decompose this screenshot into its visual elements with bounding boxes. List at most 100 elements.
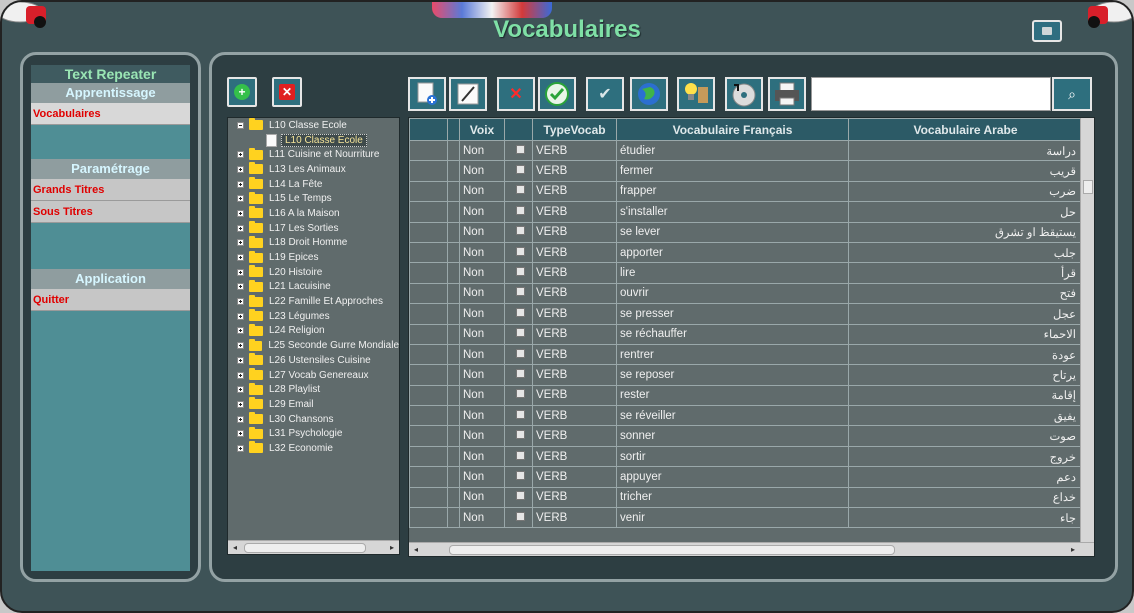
- tree-node[interactable]: L17 Les Sorties: [228, 221, 399, 236]
- sidebar-item-quitter[interactable]: Quitter: [31, 289, 190, 311]
- expand-icon[interactable]: [237, 371, 244, 379]
- cell-francais[interactable]: fermer: [616, 160, 849, 182]
- cell-francais[interactable]: étudier: [616, 139, 849, 162]
- cell-typevocab[interactable]: VERB: [532, 139, 617, 162]
- row-selector[interactable]: [409, 241, 448, 264]
- checkbox[interactable]: [515, 450, 525, 460]
- expand-icon[interactable]: [237, 165, 244, 173]
- checkbox[interactable]: [515, 328, 525, 338]
- cell-checkbox[interactable]: [504, 445, 533, 468]
- checkbox[interactable]: [515, 389, 525, 399]
- table-row[interactable]: Non VERB appuyer دعم: [409, 466, 1083, 488]
- cell-francais[interactable]: s'installer: [616, 201, 849, 223]
- table-row[interactable]: Non VERB rentrer عودة: [409, 343, 1083, 366]
- cell-voix[interactable]: Non: [459, 201, 505, 223]
- table-row[interactable]: Non VERB tricher خداع: [409, 486, 1083, 509]
- row-selector[interactable]: [409, 343, 448, 366]
- tree-node[interactable]: L16 A la Maison: [228, 206, 399, 221]
- cell-francais[interactable]: se reposer: [616, 364, 849, 386]
- cell-francais[interactable]: appuyer: [616, 466, 849, 488]
- cell-arabe[interactable]: جلب: [848, 241, 1083, 264]
- tree-node[interactable]: L32 Economie: [228, 441, 399, 456]
- row-selector[interactable]: [409, 405, 448, 427]
- tree-node[interactable]: L31 Psychologie: [228, 426, 399, 441]
- row-selector[interactable]: [409, 425, 448, 447]
- cell-typevocab[interactable]: VERB: [532, 221, 617, 243]
- cell-voix[interactable]: Non: [459, 364, 505, 386]
- grid-horizontal-scrollbar[interactable]: ◂ ▸: [409, 542, 1094, 556]
- cell-francais[interactable]: sortir: [616, 445, 849, 468]
- new-entry-button[interactable]: [408, 77, 446, 111]
- cell-typevocab[interactable]: VERB: [532, 466, 617, 488]
- column-header-francais[interactable]: Vocabulaire Français: [616, 118, 849, 141]
- expand-icon[interactable]: [237, 386, 244, 394]
- table-row[interactable]: Non VERB ouvrir فتح: [409, 282, 1083, 305]
- row-selector[interactable]: [409, 445, 448, 468]
- cell-typevocab[interactable]: VERB: [532, 486, 617, 509]
- cell-voix[interactable]: Non: [459, 139, 505, 162]
- row-selector[interactable]: [409, 180, 448, 203]
- row-selector[interactable]: [409, 323, 448, 345]
- cell-checkbox[interactable]: [504, 221, 533, 243]
- tree-node[interactable]: L13 Les Animaux: [228, 162, 399, 177]
- scroll-right-icon[interactable]: ▸: [387, 543, 397, 553]
- cell-typevocab[interactable]: VERB: [532, 343, 617, 366]
- cell-arabe[interactable]: ضرب: [848, 180, 1083, 203]
- sidebar-item-vocabulaires[interactable]: Vocabulaires: [31, 103, 190, 125]
- checkbox[interactable]: [515, 246, 525, 256]
- tree-node[interactable]: L19 Epices: [228, 250, 399, 265]
- cell-checkbox[interactable]: [504, 282, 533, 305]
- cell-arabe[interactable]: قرأ: [848, 262, 1083, 284]
- table-row[interactable]: Non VERB frapper ضرب: [409, 180, 1083, 203]
- checkbox[interactable]: [515, 165, 525, 175]
- edit-entry-button[interactable]: [449, 77, 487, 111]
- checkbox[interactable]: [515, 226, 525, 236]
- cell-checkbox[interactable]: [504, 323, 533, 345]
- tree-node-child[interactable]: L10 Classe Ecole: [228, 133, 399, 148]
- cell-voix[interactable]: Non: [459, 180, 505, 203]
- expand-icon[interactable]: [237, 151, 244, 159]
- table-row[interactable]: Non VERB se reposer يرتاح: [409, 364, 1083, 386]
- collapse-icon[interactable]: [237, 121, 244, 129]
- cell-francais[interactable]: rester: [616, 384, 849, 407]
- validate-button[interactable]: [538, 77, 576, 111]
- cell-arabe[interactable]: يستيقظ او تشرق: [848, 221, 1083, 243]
- cell-checkbox[interactable]: [504, 139, 533, 162]
- checkbox[interactable]: [515, 470, 525, 480]
- table-row[interactable]: Non VERB se presser عجل: [409, 303, 1083, 325]
- cell-arabe[interactable]: جاء: [848, 507, 1083, 529]
- table-row[interactable]: Non VERB se réveiller يفيق: [409, 405, 1083, 427]
- cell-typevocab[interactable]: VERB: [532, 405, 617, 427]
- table-row[interactable]: Non VERB venir جاء: [409, 507, 1083, 529]
- column-header-voix[interactable]: Voix: [459, 118, 505, 141]
- checkbox[interactable]: [515, 287, 525, 297]
- checkbox[interactable]: [515, 348, 525, 358]
- cell-checkbox[interactable]: [504, 343, 533, 366]
- cell-checkbox[interactable]: [504, 262, 533, 284]
- cell-arabe[interactable]: عجل: [848, 303, 1083, 325]
- expand-icon[interactable]: [237, 312, 244, 320]
- print-button[interactable]: [768, 77, 806, 111]
- tree-horizontal-scrollbar[interactable]: ◂ ▸: [228, 540, 399, 554]
- cell-arabe[interactable]: عودة: [848, 343, 1083, 366]
- table-row[interactable]: Non VERB sonner صوت: [409, 425, 1083, 447]
- cell-francais[interactable]: lire: [616, 262, 849, 284]
- table-row[interactable]: Non VERB s'installer حل: [409, 201, 1083, 223]
- checkbox[interactable]: [515, 205, 525, 215]
- cell-voix[interactable]: Non: [459, 303, 505, 325]
- audio-button[interactable]: [725, 77, 763, 111]
- cell-typevocab[interactable]: VERB: [532, 160, 617, 182]
- cell-voix[interactable]: Non: [459, 282, 505, 305]
- row-selector[interactable]: [409, 384, 448, 407]
- tree-node[interactable]: L24 Religion: [228, 323, 399, 339]
- cell-checkbox[interactable]: [504, 241, 533, 264]
- expand-icon[interactable]: [237, 444, 244, 452]
- cell-francais[interactable]: apporter: [616, 241, 849, 264]
- column-header-arabe[interactable]: Vocabulaire Arabe: [848, 118, 1083, 141]
- expand-icon[interactable]: [237, 327, 244, 335]
- expand-icon[interactable]: [237, 415, 244, 423]
- cell-voix[interactable]: Non: [459, 262, 505, 284]
- cell-voix[interactable]: Non: [459, 507, 505, 529]
- table-row[interactable]: Non VERB sortir خروج: [409, 445, 1083, 468]
- cell-typevocab[interactable]: VERB: [532, 445, 617, 468]
